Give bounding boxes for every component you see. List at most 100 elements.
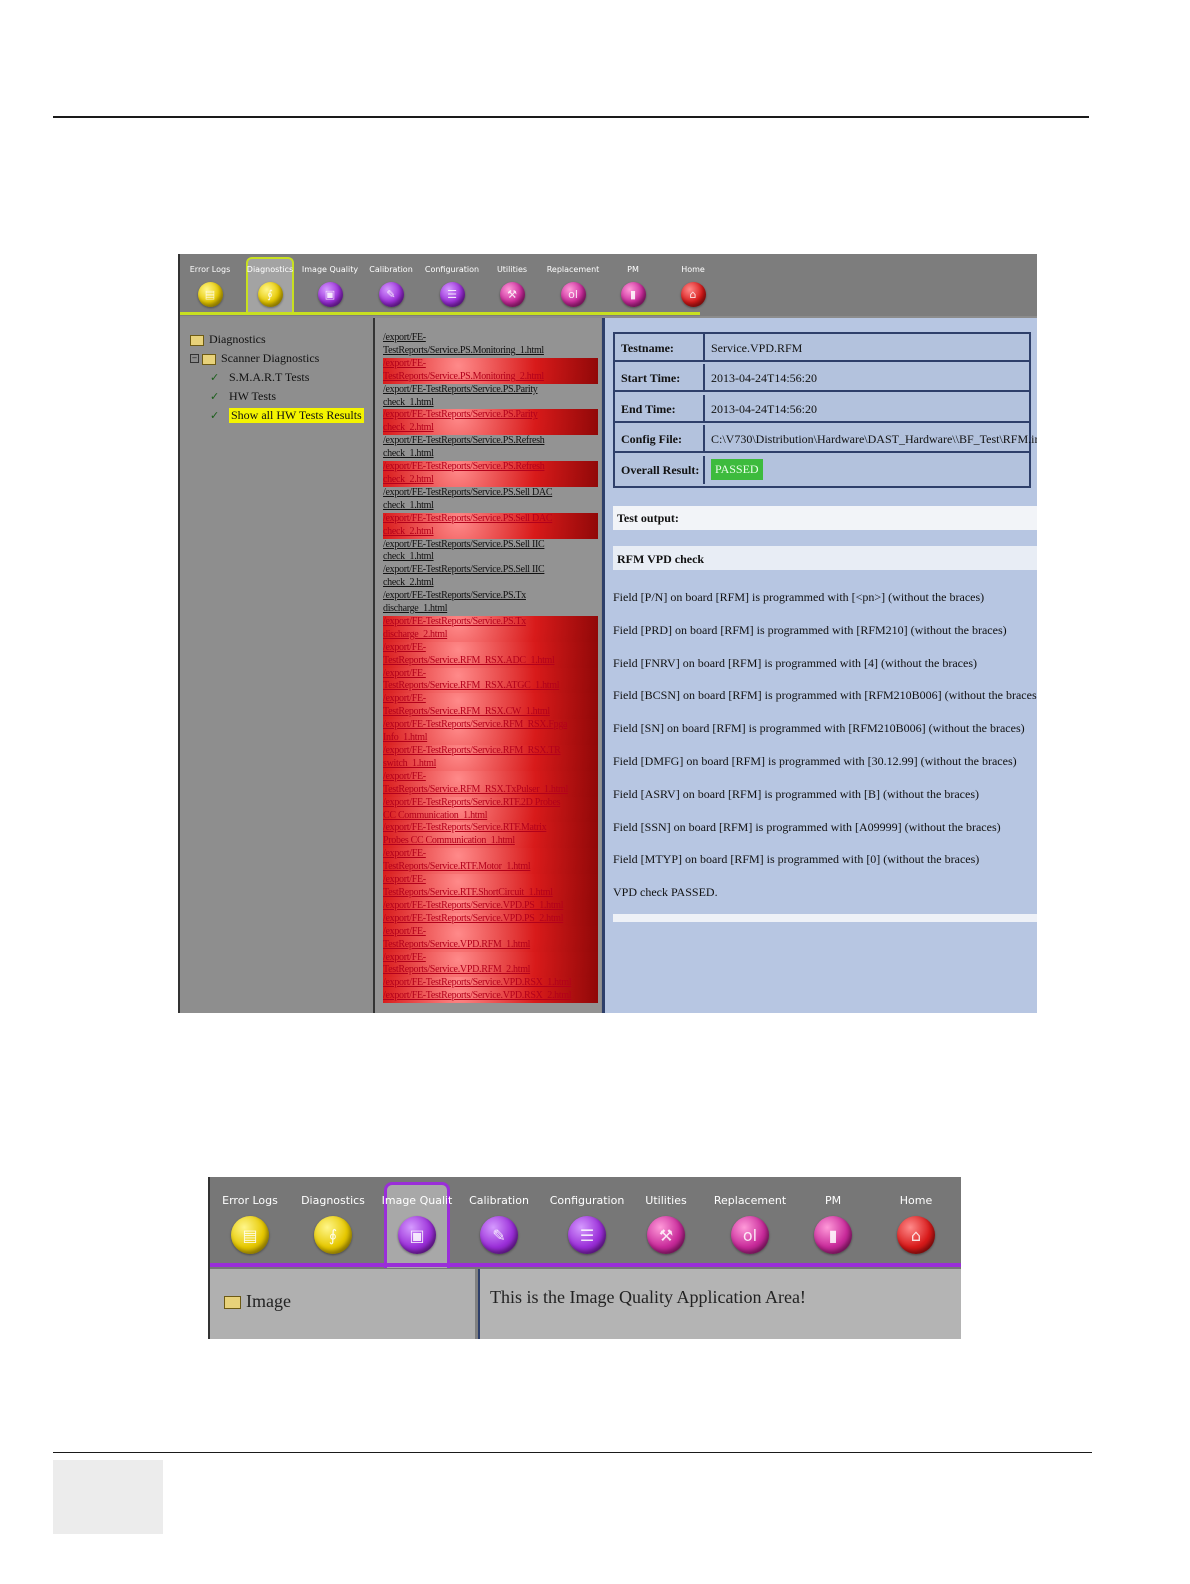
toolbar-tab-label: Home [681, 265, 705, 274]
report-link[interactable]: /export/FE-TestReports/Service.RFM_RSX.T… [383, 745, 598, 771]
toolbar-tab-image-quality[interactable]: Image Qualit ▣ [377, 1177, 457, 1254]
report-link[interactable]: /export/FE- TestReports/Service.RFM_RSX.… [383, 693, 598, 720]
report-link[interactable]: /export/FE-TestReports/Service.VPD.PS_1.… [383, 899, 598, 913]
toolbar-tab-replacement[interactable]: Replacement oⅼ [543, 254, 603, 307]
replacement-icon-glyph: oⅼ [568, 288, 578, 301]
output-footer-bar [613, 914, 1037, 922]
toolbar-tab-label: Configuration [424, 265, 480, 274]
report-link[interactable]: /export/FE- TestReports/Service.PS.Monit… [383, 332, 598, 358]
error-logs-icon[interactable]: ▤ [231, 1216, 269, 1254]
toolbar-tab-label: Error Logs [189, 265, 231, 274]
report-link[interactable]: /export/FE- TestReports/Service.RFM_RSX.… [383, 667, 598, 694]
report-link[interactable]: /export/FE- TestReports/Service.PS.Monit… [383, 357, 598, 384]
toolbar-tab-utilities[interactable]: Utilities ⚒ [626, 1177, 706, 1254]
report-link[interactable]: /export/FE-TestReports/Service.PS.Refres… [383, 435, 598, 461]
report-link[interactable]: /export/FE-TestReports/Service.PS.Tx dis… [383, 590, 598, 616]
tree-item-show-all-results[interactable]: ✓ Show all HW Tests Results [210, 408, 364, 423]
configuration-icon[interactable]: ☰ [568, 1216, 606, 1254]
toolbar-tab-stethoscope[interactable]: Diagnostics ∮ [293, 1177, 373, 1254]
toolbar-tab-utilities[interactable]: Utilities ⚒ [482, 254, 542, 307]
calibration-icon[interactable]: ✎ [480, 1216, 518, 1254]
toolbar-tab-calibration[interactable]: Calibration ✎ [459, 1177, 539, 1254]
summary-row: Start Time: 2013-04-24T14:56:20 [615, 364, 1029, 393]
toolbar-tab-label: Home [899, 1194, 933, 1207]
tree-label: Image [246, 1291, 291, 1311]
report-link[interactable]: /export/FE-TestReports/Service.RTF.Matri… [383, 822, 598, 849]
utilities-icon-glyph: ⚒ [507, 288, 517, 301]
report-link[interactable]: /export/FE-TestReports/Service.PS.Refres… [383, 461, 598, 487]
toolbar-tab-configuration[interactable]: Configuration ☰ [547, 1177, 627, 1254]
toolbar-tab-error-logs[interactable]: Error Logs ▤ [210, 1177, 290, 1254]
image-quality-icon[interactable]: ▣ [398, 1216, 436, 1254]
home-icon-glyph: ⌂ [689, 288, 697, 301]
replacement-icon-glyph: oⅼ [742, 1225, 758, 1245]
report-link[interactable]: /export/FE- TestReports/Service.RTF.Moto… [383, 848, 598, 875]
replacement-icon[interactable]: oⅼ [560, 282, 586, 307]
output-line: Field [BCSN] on board [RFM] is programme… [613, 688, 1037, 703]
tree-item-image[interactable]: Image [224, 1291, 291, 1312]
toolbar-underline [210, 1263, 961, 1267]
header-rule [53, 116, 1089, 118]
navigation-tree: Diagnostics − Scanner Diagnostics ✓ S.M.… [180, 318, 370, 1013]
utilities-icon[interactable]: ⚒ [499, 282, 525, 307]
column-divider [703, 334, 705, 360]
report-link[interactable]: /export/FE- TestReports/Service.RFM_RSX.… [383, 641, 598, 668]
report-link[interactable]: /export/FE-TestReports/Service.PS.Tx dis… [383, 615, 598, 642]
output-line: Field [FNRV] on board [RFM] is programme… [613, 655, 977, 670]
home-icon[interactable]: ⌂ [680, 282, 706, 307]
report-link[interactable]: /export/FE-TestReports/Service.PS.Sell D… [383, 512, 598, 539]
stethoscope-icon-glyph: ∮ [267, 288, 273, 301]
image-quality-screenshot: Error Logs ▤ Diagnostics ∮ Image Qualit ▣ Cali… [208, 1177, 961, 1339]
stethoscope-icon[interactable]: ∮ [314, 1216, 352, 1254]
replacement-icon[interactable]: oⅼ [731, 1216, 769, 1254]
toolbar-tab-home[interactable]: Home ⌂ [663, 254, 723, 307]
home-icon[interactable]: ⌂ [897, 1216, 935, 1254]
collapse-icon[interactable]: − [190, 354, 199, 363]
configuration-icon[interactable]: ☰ [439, 282, 465, 307]
stethoscope-icon[interactable]: ∮ [257, 282, 283, 307]
report-link[interactable]: /export/FE-TestReports/Service.RFM_RSX.F… [383, 719, 598, 745]
application-area: This is the Image Quality Application Ar… [478, 1269, 961, 1339]
pm-icon[interactable]: ▮ [620, 282, 646, 307]
tree-item-scanner-diagnostics[interactable]: − Scanner Diagnostics [190, 351, 319, 366]
toolbar-tab-replacement[interactable]: Replacement oⅼ [710, 1177, 790, 1254]
report-link[interactable]: /export/FE-TestReports/Service.PS.Parity… [383, 409, 598, 436]
diagnostics-screenshot: Error Logs ▤ Diagnostics ∮ Image Quality ▣ Cal… [178, 254, 1037, 1013]
toolbar-tab-calibration[interactable]: Calibration ✎ [361, 254, 421, 307]
output-line: Field [P/N] on board [RFM] is programmed… [613, 590, 985, 604]
tree-item-diagnostics[interactable]: Diagnostics [190, 332, 266, 347]
image-quality-icon[interactable]: ▣ [317, 282, 343, 307]
report-link[interactable]: /export/FE- TestReports/Service.RFM_RSX.… [383, 770, 598, 797]
toolbar-tab-label: Utilities [645, 1194, 687, 1207]
report-link[interactable]: /export/FE- TestReports/Service.RTF.Shor… [383, 874, 598, 900]
pm-icon[interactable]: ▮ [814, 1216, 852, 1254]
toolbar-tab-pm[interactable]: PM ▮ [603, 254, 663, 307]
result-status-badge: PASSED [711, 458, 763, 480]
report-link[interactable]: /export/FE-TestReports/Service.VPD.PS_2.… [383, 912, 598, 926]
report-link[interactable]: /export/FE-TestReports/Service.RTF.2D Pr… [383, 796, 598, 823]
report-link[interactable]: /export/FE-TestReports/Service.PS.Sell D… [383, 487, 598, 513]
utilities-icon[interactable]: ⚒ [647, 1216, 685, 1254]
toolbar-tab-home[interactable]: Home ⌂ [876, 1177, 956, 1254]
tree-label: Show all HW Tests Results [229, 408, 364, 423]
report-link[interactable]: /export/FE-TestReports/Service.PS.Parity… [383, 384, 598, 410]
toolbar-tab-error-logs[interactable]: Error Logs ▤ [180, 254, 240, 307]
error-logs-icon[interactable]: ▤ [197, 282, 223, 307]
report-link[interactable]: /export/FE-TestReports/Service.VPD.RSX_1… [383, 977, 598, 991]
output-line: Field [DMFG] on board [RFM] is programme… [613, 754, 1017, 768]
toolbar-tab-image-quality[interactable]: Image Quality ▣ [300, 254, 360, 307]
tree-item-hw-tests[interactable]: ✓ HW Tests [210, 389, 276, 404]
test-output-label: Test output: [613, 506, 1037, 530]
report-link[interactable]: /export/FE-TestReports/Service.PS.Sell I… [383, 539, 598, 565]
test-icon: ✓ [210, 409, 220, 422]
folder-icon [224, 1296, 241, 1309]
toolbar-tab-pm[interactable]: PM ▮ [793, 1177, 873, 1254]
report-link[interactable]: /export/FE-TestReports/Service.PS.Sell I… [383, 564, 598, 590]
calibration-icon[interactable]: ✎ [378, 282, 404, 307]
toolbar-tab-configuration[interactable]: Configuration ☰ [422, 254, 482, 307]
report-link[interactable]: /export/FE- TestReports/Service.VPD.RFM_… [383, 951, 598, 978]
toolbar-tab-stethoscope[interactable]: Diagnostics ∮ [240, 254, 300, 307]
report-link[interactable]: /export/FE- TestReports/Service.VPD.RFM_… [383, 925, 598, 952]
tree-item-smart-tests[interactable]: ✓ S.M.A.R.T Tests [210, 370, 309, 385]
report-link[interactable]: /export/FE-TestReports/Service.VPD.RSX_2… [383, 990, 598, 1004]
